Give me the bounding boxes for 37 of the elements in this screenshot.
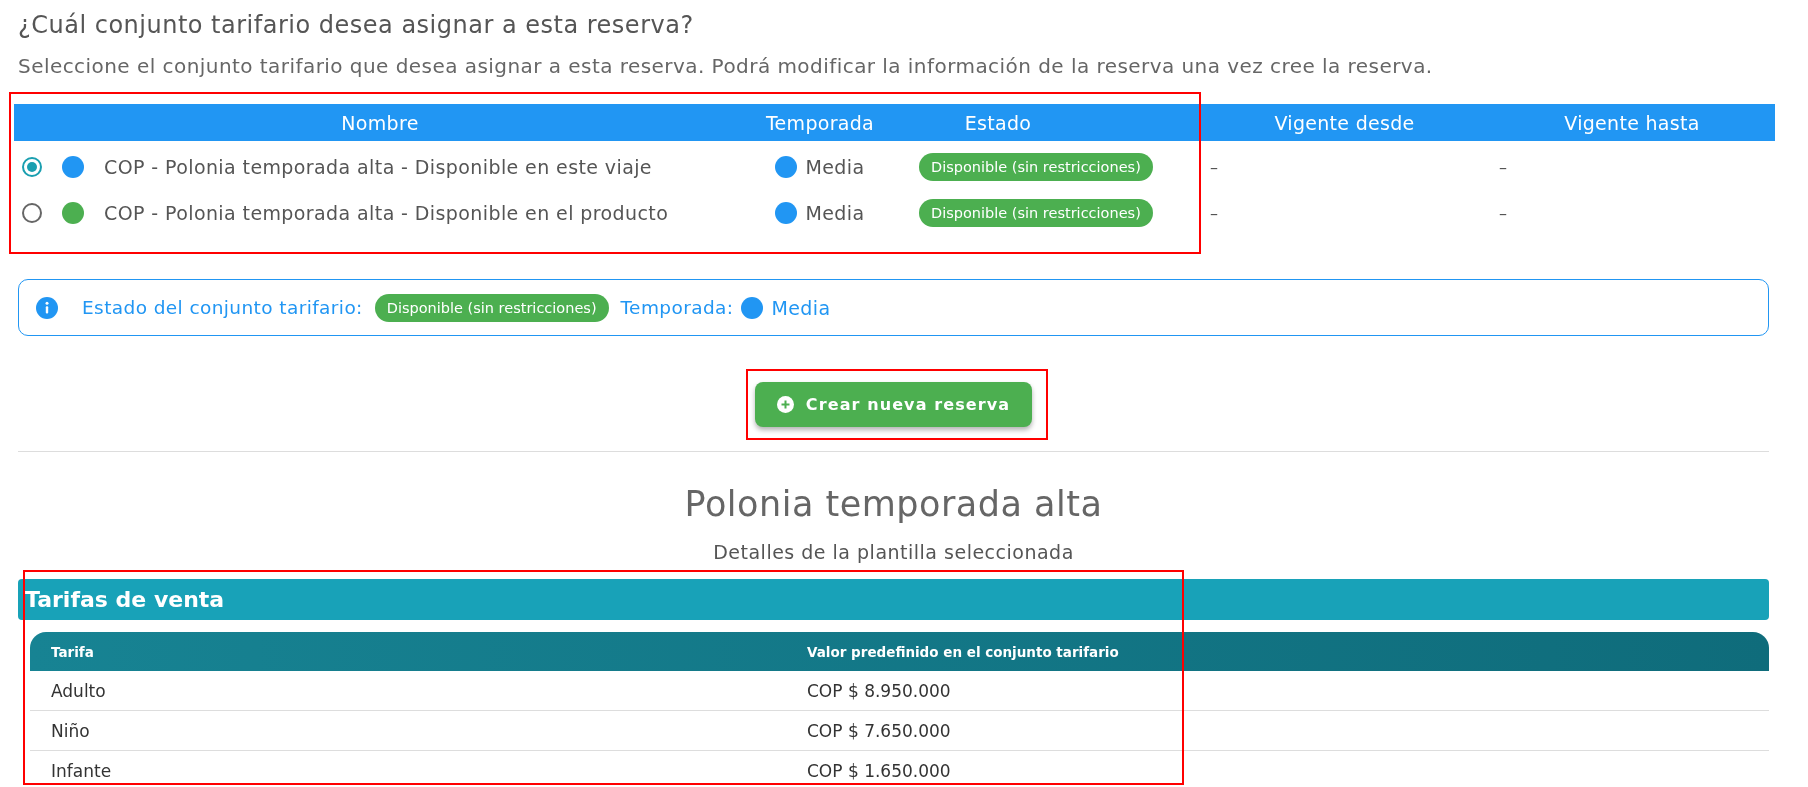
- table-cell: COP $ 1.650.000: [807, 760, 951, 781]
- column-header: Vigente desde: [1273, 111, 1416, 134]
- season-caption: Temporada:: [620, 297, 734, 318]
- column-header: Temporada: [764, 111, 876, 134]
- fare-set-name: COP - Polonia temporada alta - Disponible en el producto: [103, 202, 669, 224]
- table-cell: Infante: [51, 760, 112, 781]
- question-description: Seleccione el conjunto tarifario que desea asignar a esta reserva. Podrá modificar la información de la reserva una vez cree la reserva.: [18, 53, 1434, 79]
- status-badge: Disponible (sin restricciones): [919, 199, 1153, 227]
- table-cell: Adulto: [51, 680, 106, 701]
- fare-set-name: COP - Polonia temporada alta - Disponible en este viaje: [103, 156, 652, 178]
- column-header: Nombre: [340, 111, 420, 134]
- season-label: Media: [805, 156, 865, 178]
- status-badge: Disponible (sin restricciones): [919, 153, 1153, 181]
- plus-circle-icon: [776, 396, 794, 413]
- radio-button[interactable]: [22, 203, 42, 223]
- season-label: Media: [805, 202, 865, 224]
- valid-to-value: –: [1499, 203, 1507, 223]
- column-header: Estado: [963, 111, 1033, 134]
- valid-to-value: –: [1499, 157, 1507, 177]
- radio-button[interactable]: [22, 157, 42, 177]
- status-caption: Estado del conjunto tarifario:: [82, 297, 363, 318]
- template-title: Polonia temporada alta: [684, 484, 1103, 524]
- table-cell: COP $ 8.950.000: [807, 680, 951, 701]
- season-label: Media: [771, 296, 831, 319]
- valid-from-value: –: [1210, 203, 1218, 223]
- table-cell: Niño: [51, 720, 90, 741]
- info-icon: [36, 296, 58, 319]
- question-title: ¿Cuál conjunto tarifario desea asignar a esta reserva?: [18, 10, 695, 40]
- table-cell: COP $ 7.650.000: [807, 720, 951, 741]
- column-header: Vigente hasta: [1563, 111, 1701, 134]
- valid-from-value: –: [1210, 157, 1218, 177]
- status-badge: Disponible (sin restricciones): [374, 293, 609, 322]
- create-reservation-button[interactable]: Crear nueva reserva: [754, 382, 1033, 427]
- column-header: Tarifa: [50, 643, 95, 660]
- section-header: Tarifas de venta: [18, 579, 1769, 620]
- column-header: Valor predefinido en el conjunto tarifario: [806, 643, 1120, 660]
- template-subtitle: Detalles de la plantilla seleccionada: [713, 541, 1074, 563]
